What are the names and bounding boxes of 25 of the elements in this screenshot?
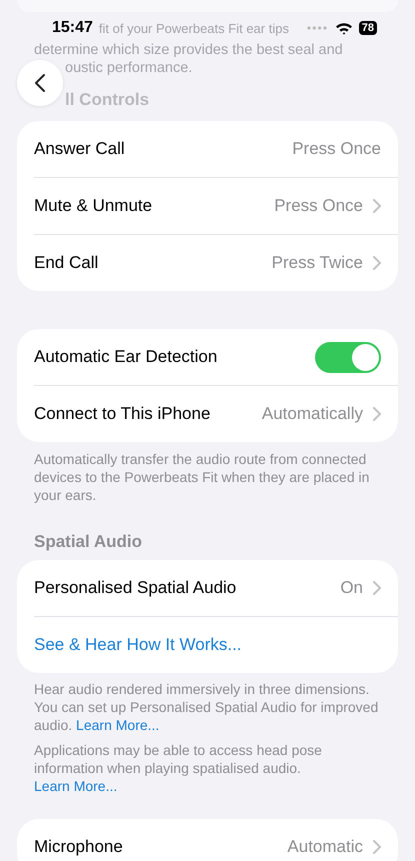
settings-row[interactable]: Connect to This iPhone Automatically bbox=[34, 385, 398, 442]
section-heading: ll Controls bbox=[65, 90, 150, 110]
learn-more-link[interactable]: Learn More... bbox=[76, 717, 160, 733]
back-icon bbox=[34, 73, 46, 93]
back-button[interactable] bbox=[17, 60, 63, 106]
link[interactable]: See & Hear How It Works... bbox=[34, 635, 242, 655]
row-label: Automatic Ear Detection bbox=[34, 347, 218, 367]
footer-note: Applications may be able to access head pose information when playing spatialised audio. Learn More... bbox=[34, 741, 323, 795]
learn-more-link[interactable]: Learn More... bbox=[34, 778, 118, 794]
faded-text: oustic performance. bbox=[65, 60, 192, 76]
footer-note: Automatically transfer the audio route from connected devices to the Powerbeats Fit when they are placed in your ears. bbox=[34, 450, 370, 504]
settings-row[interactable]: End Call Press Twice bbox=[34, 234, 398, 291]
settings-row[interactable]: Answer Call Press Once bbox=[34, 121, 398, 177]
settings-row[interactable]: Personalised Spatial Audio On bbox=[34, 560, 398, 616]
toggle-switch[interactable] bbox=[315, 342, 381, 372]
settings-row[interactable]: Microphone Automatic bbox=[34, 819, 398, 861]
section-heading: Spatial Audio bbox=[34, 532, 143, 552]
footer-note: Hear audio rendered immersively in three dimensions. You can set up Personalised Spatial Audio for improved audio. Learn More... bbox=[34, 680, 380, 734]
faded-text: fit of your Powerbeats Fit ear tips bbox=[98, 20, 290, 36]
settings-row[interactable]: Mute & Unmute Press Once bbox=[34, 177, 398, 234]
status-time: 15:47 bbox=[52, 19, 93, 37]
faded-text: determine which size provides the best seal and bbox=[33, 41, 344, 59]
wifi-icon bbox=[334, 22, 353, 34]
signal-icon bbox=[306, 26, 327, 30]
battery-icon: 78 bbox=[358, 21, 377, 35]
